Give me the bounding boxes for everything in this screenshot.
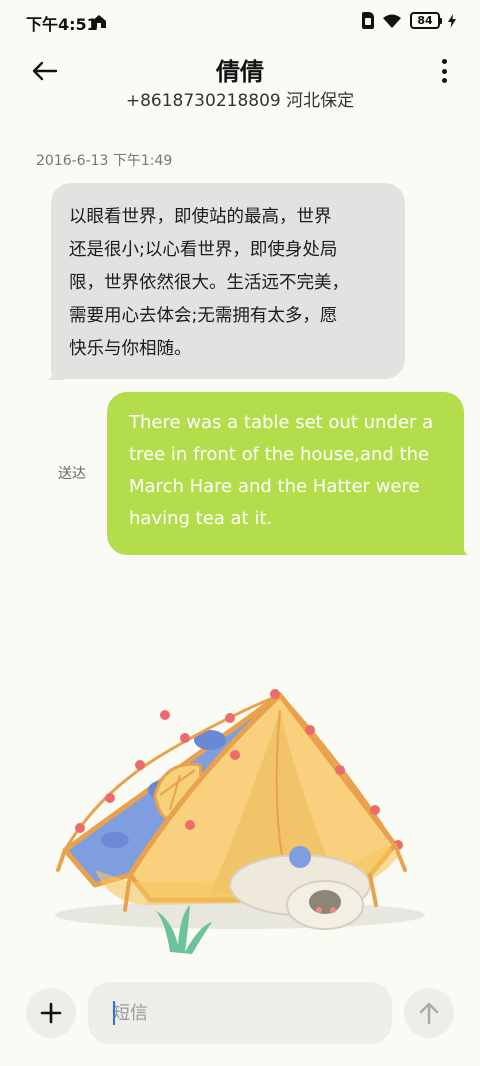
more-vertical-icon-dot [441,59,447,64]
message-line: March Hare and the Hatter were [129,476,420,497]
status-icons: 84 [362,12,456,29]
status-bar: 下午4:51 84 [0,0,480,44]
send-button[interactable] [404,988,454,1038]
message-line: 快乐与你相随。 [69,339,192,359]
battery-level: 84 [417,14,433,27]
message-input[interactable] [88,982,392,1044]
sim-icon [362,12,374,29]
text-caret [113,1001,115,1025]
message-line: 以眼看世界，即使站的最高，世界 [69,207,332,227]
wifi-icon [383,14,401,28]
tent-illustration [55,689,425,954]
more-vertical-icon-dot [441,68,447,74]
message-line: tree in front of the house,and the [129,444,430,465]
charging-icon [448,13,456,28]
contact-name[interactable]: 倩倩 [0,52,480,87]
more-vertical-icon-dot [441,78,447,83]
arrow-up-icon [419,1002,439,1025]
delivery-status: 送达 [58,466,86,482]
add-attachment-button[interactable] [26,988,76,1038]
conversation-header: 倩倩 +8618730218809 河北保定 [0,44,480,116]
sms-conversation-screen: 下午4:51 84 倩倩 +8618730218809 河北保定 2016-6-… [0,0,480,1066]
message-timestamp: 2016-6-13 下午1:49 [36,153,173,169]
more-options-button[interactable] [438,56,450,86]
message-line: having tea at it. [129,508,273,529]
message-line: 需要用心去体会;无需拥有太多，愿 [69,306,338,326]
message-line: 还是很小;以心看世界，即使身处局 [69,240,338,260]
status-time: 下午4:51 [26,15,98,34]
outgoing-message-bubble[interactable]: There was a table set out under a tree i… [107,392,464,555]
battery-icon: 84 [410,12,442,29]
home-icon [92,15,106,28]
contact-number: +8618730218809 河北保定 [125,91,355,111]
plus-icon [40,1002,62,1024]
incoming-message-bubble[interactable]: 以眼看世界，即使站的最高，世界 还是很小;以心看世界，即使身处局 限，世界依然很… [51,183,405,379]
message-line: 限，世界依然很大。生活远不完美， [69,273,349,293]
message-line: There was a table set out under a [129,412,434,433]
